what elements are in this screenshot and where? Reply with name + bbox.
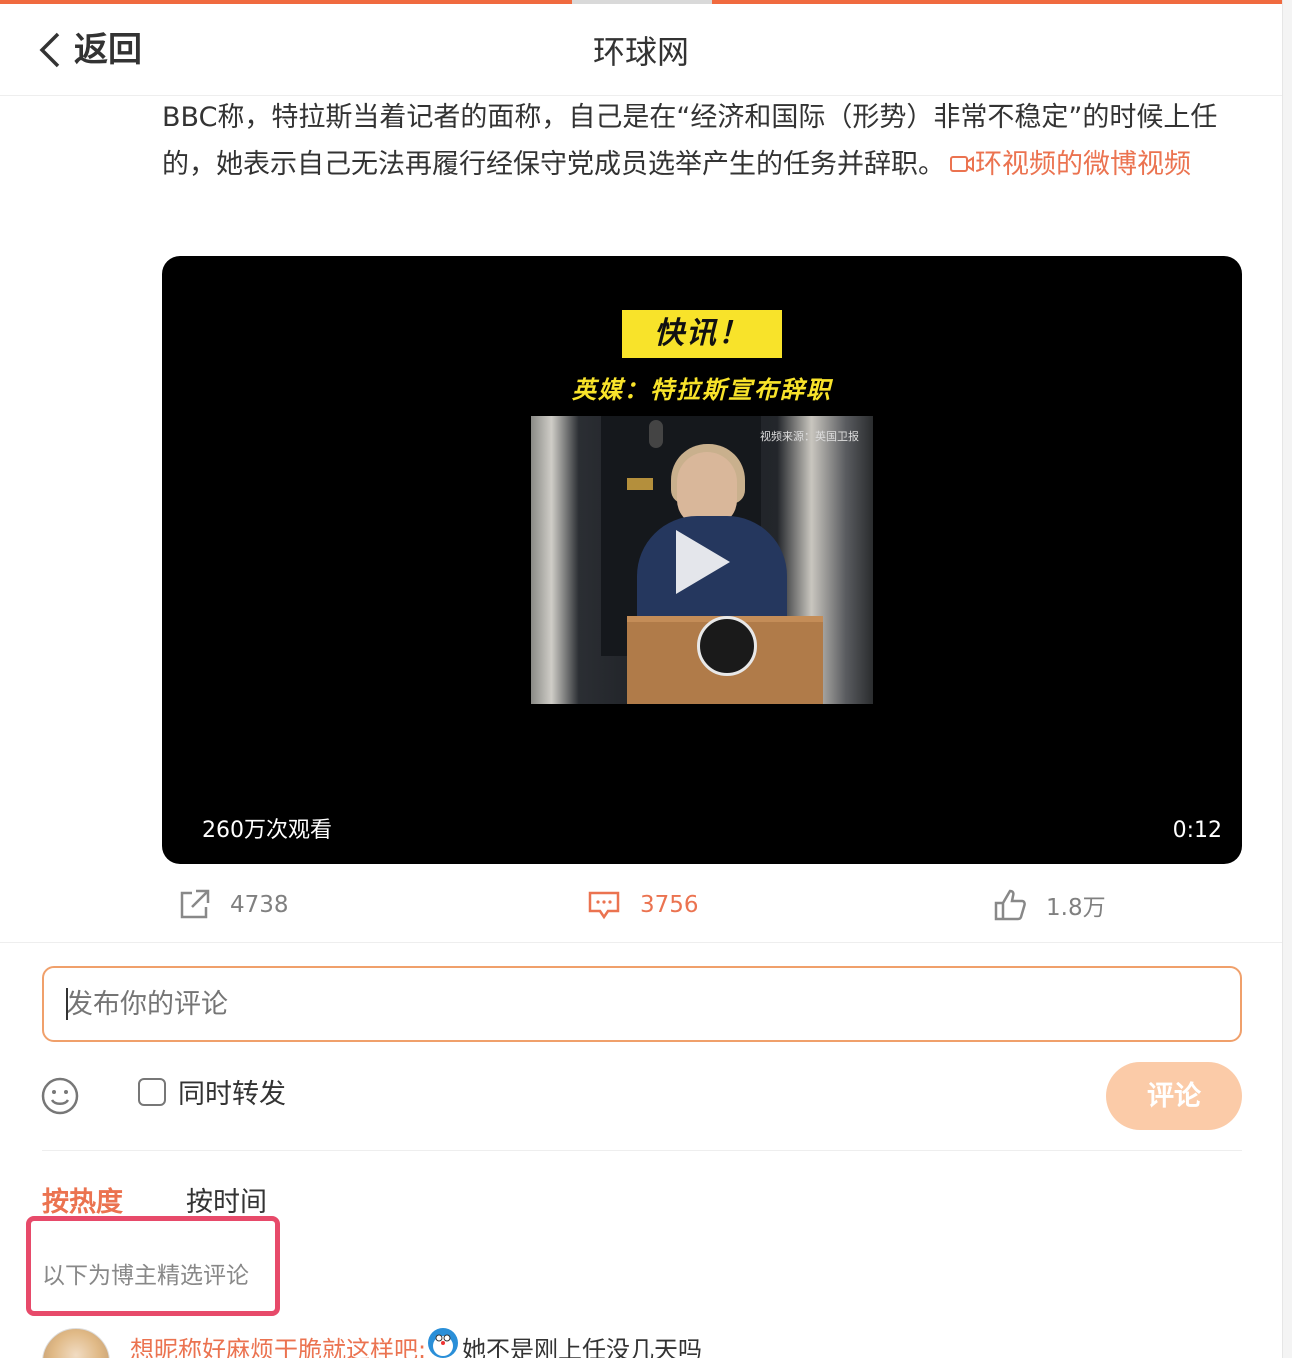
like-count: 1.8万 [1046,895,1106,921]
divider [0,942,1282,943]
text-caret [66,988,68,1020]
tab-sort-time[interactable]: 按时间 [186,1180,267,1219]
forward-count: 4738 [230,892,289,918]
door-knocker [649,420,663,448]
comment-button[interactable]: 3756 [586,880,699,930]
tab-sort-hot[interactable]: 按热度 [42,1180,123,1219]
doraemon-emoji-icon [428,1328,458,1358]
share-icon [180,889,210,919]
video-link-label: 环视频的微博视频 [975,149,1191,180]
repost-label: 同时转发 [178,1079,286,1110]
post-text: BBC称，特拉斯当着记者的面称，自己是在“经济和国际（形势）非常不稳定”的时候上… [162,94,1242,188]
forward-button[interactable]: 4738 [176,880,289,930]
avatar[interactable] [42,1328,110,1358]
smiley-icon[interactable] [40,1076,80,1116]
comment-username[interactable]: 想昵称好麻烦干脆就这样吧: [130,1330,426,1358]
comment-count: 3756 [640,892,699,918]
video-source-caption: 视频来源：英国卫报 [760,430,859,443]
nav-bar: 返回 环球网 [0,4,1282,96]
royal-crest-icon [697,616,757,676]
video-player[interactable]: 快讯！ 英媒：特拉斯宣布辞职 视频来源：英国卫报 260万次观看 0:12 [162,256,1242,864]
like-button[interactable]: 1.8万 [992,880,1106,930]
video-badge: 快讯！ [622,310,782,358]
thumbs-up-icon [994,889,1026,921]
speaker-head [677,452,737,526]
door-plate [627,478,653,490]
submit-comment-button[interactable]: 评论 [1106,1062,1242,1130]
video-headline: 英媒：特拉斯宣布辞职 [572,376,832,404]
divider [42,1150,1242,1151]
video-camera-icon [950,156,974,172]
comment-input[interactable] [42,966,1242,1042]
action-bar: 4738 3756 1.8万 [162,880,1242,930]
video-duration: 0:12 [1172,818,1222,843]
scrollbar[interactable] [1282,0,1292,1358]
page-title: 环球网 [592,33,689,71]
checkbox-box[interactable] [138,1077,166,1106]
view-count: 260万次观看 [202,818,332,843]
play-icon[interactable] [670,526,734,598]
comment-text: 她不是刚上任没几天吗 [462,1336,702,1358]
curated-comments-note: 以下为博主精选评论 [42,1263,249,1289]
comment-bubble-icon [588,891,620,920]
video-link[interactable]: 环视频的微博视频 [945,149,1191,180]
repost-checkbox[interactable]: 同时转发 [138,1072,286,1111]
